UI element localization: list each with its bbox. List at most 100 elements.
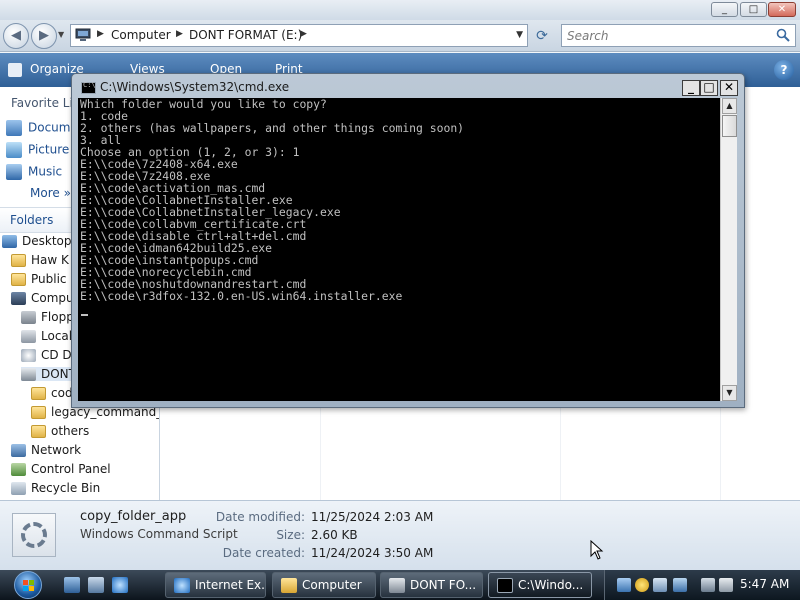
computer-icon <box>75 28 91 41</box>
console-output[interactable]: Which folder would you like to copy? 1. c… <box>78 98 720 401</box>
floppy-icon <box>21 311 36 324</box>
scroll-up-button[interactable]: ▲ <box>722 98 737 114</box>
documents-icon <box>6 120 22 136</box>
computer-icon <box>11 292 26 305</box>
mouse-pointer-icon <box>590 540 604 560</box>
desktop-icon <box>2 235 17 248</box>
search-input[interactable]: Search <box>561 24 796 47</box>
cmd-icon <box>497 578 513 593</box>
clock[interactable]: 5:47 AM <box>740 577 789 591</box>
script-file-icon <box>12 513 56 557</box>
console-line: Which folder would you like to copy? <box>80 98 327 111</box>
address-bar[interactable]: ▶ Computer ▶ DONT FORMAT (E:) ▶ ▼ <box>70 24 528 47</box>
network-status-icon[interactable] <box>617 578 631 592</box>
back-button[interactable]: ◀ <box>3 23 29 49</box>
hard-drive-icon <box>21 330 36 343</box>
cmd-title: C:\Windows\System32\cmd.exe <box>100 80 290 94</box>
date-created-label: Date created: <box>222 546 305 560</box>
close-button[interactable]: ✕ <box>768 2 796 17</box>
tree-item-others[interactable]: others <box>31 424 89 438</box>
task-cmd[interactable]: C:\Windo... <box>488 572 592 598</box>
organize-icon <box>8 63 22 77</box>
tree-item-user[interactable]: Haw K <box>11 253 69 267</box>
search-placeholder: Search <box>567 29 609 43</box>
show-desktop-icon[interactable] <box>64 577 80 593</box>
tree-item-network[interactable]: Network <box>11 443 81 457</box>
tree-item-cd-drive[interactable]: CD D <box>21 348 72 362</box>
size-label: Size: <box>276 528 305 542</box>
cmd-window: C:\ C:\Windows\System32\cmd.exe _ □ ✕ Wh… <box>71 73 745 408</box>
start-button[interactable] <box>8 571 50 599</box>
cmd-icon: C:\ <box>81 81 96 94</box>
forward-button[interactable]: ▶ <box>31 23 57 49</box>
minimize-button[interactable]: _ <box>711 2 738 17</box>
breadcrumb-computer[interactable]: Computer <box>111 28 171 42</box>
scroll-down-button[interactable]: ▼ <box>722 385 737 401</box>
gear-icon <box>21 522 47 548</box>
tree-item-floppy[interactable]: Flopp <box>21 310 74 324</box>
breadcrumb-drive[interactable]: DONT FORMAT (E:) <box>189 28 302 42</box>
favorite-more[interactable]: More » <box>30 186 71 200</box>
tree-item-recycle-bin[interactable]: Recycle Bin <box>11 481 100 495</box>
favorite-pictures[interactable]: Picture <box>6 142 69 158</box>
scroll-thumb[interactable] <box>722 115 737 137</box>
console-line: 2. others (has wallpapers, and other thi… <box>80 121 465 135</box>
console-scrollbar[interactable]: ▲ ▼ <box>720 98 737 401</box>
cmd-minimize-button[interactable]: _ <box>682 80 700 96</box>
tree-item-computer[interactable]: Compu <box>11 291 74 305</box>
cmd-maximize-button[interactable]: □ <box>700 80 718 96</box>
safely-remove-icon[interactable] <box>653 578 667 592</box>
folder-icon <box>11 254 26 267</box>
help-icon[interactable]: ? <box>774 60 794 80</box>
security-alert-icon[interactable] <box>635 578 649 592</box>
tray-app-icon[interactable] <box>673 578 687 592</box>
breadcrumb-separator[interactable]: ▶ <box>97 29 104 39</box>
folder-icon <box>11 273 26 286</box>
tree-item-desktop[interactable]: Desktop <box>2 234 72 248</box>
details-pane: copy_folder_app Windows Command Script D… <box>0 500 800 570</box>
internet-explorer-icon <box>174 578 190 593</box>
tree-item-code[interactable]: cod <box>31 386 73 400</box>
pictures-icon <box>6 142 22 158</box>
console-line: E:\\code\r3dfox-132.0.en-US.win64.instal… <box>80 289 403 303</box>
tree-item-local-disk[interactable]: Local <box>21 329 72 343</box>
folder-icon <box>31 406 46 419</box>
task-computer[interactable]: Computer <box>272 572 376 598</box>
task-internet-explorer[interactable]: Internet Ex... <box>165 572 266 598</box>
favorite-documents[interactable]: Docum <box>6 120 70 136</box>
cmd-titlebar[interactable]: C:\ C:\Windows\System32\cmd.exe _ □ ✕ <box>72 74 744 98</box>
address-dropdown[interactable]: ▼ <box>516 30 523 40</box>
favorite-links-header: Favorite Lin <box>11 96 81 110</box>
task-dont-format[interactable]: DONT FO... <box>380 572 483 598</box>
tree-item-public[interactable]: Public <box>11 272 67 286</box>
explorer-titlebar[interactable]: _ □ ✕ <box>0 0 800 20</box>
console-lines: Which folder would you like to copy? 1. c… <box>80 98 464 302</box>
details-file-name: copy_folder_app <box>80 509 187 524</box>
breadcrumb-separator[interactable]: ▶ <box>176 29 183 39</box>
refresh-icon[interactable]: ⟳ <box>532 26 552 46</box>
search-icon[interactable] <box>776 28 790 42</box>
breadcrumb-separator[interactable]: ▶ <box>300 29 307 39</box>
recycle-bin-icon <box>11 482 26 495</box>
usb-drive-icon <box>21 368 36 381</box>
maximize-button[interactable]: □ <box>740 2 767 17</box>
switch-windows-icon[interactable] <box>88 577 104 593</box>
cmd-close-button[interactable]: ✕ <box>720 80 738 96</box>
folder-icon <box>281 578 297 593</box>
recent-pages-dropdown[interactable]: ▼ <box>58 30 64 39</box>
tree-item-control-panel[interactable]: Control Panel <box>11 462 111 476</box>
network-icon <box>11 444 26 457</box>
chevron-right-icon: » <box>63 186 71 200</box>
control-panel-icon <box>11 463 26 476</box>
network-disconnected-icon[interactable] <box>701 578 715 592</box>
cd-drive-icon <box>21 349 36 362</box>
console-cursor <box>81 314 88 316</box>
favorite-music[interactable]: Music <box>6 164 62 180</box>
navigation-bar: ◀ ▶ ▼ ▶ Computer ▶ DONT FORMAT (E:) ▶ ▼ … <box>0 20 800 52</box>
volume-muted-icon[interactable] <box>719 578 733 592</box>
taskbar: Internet Ex... Computer DONT FO... C:\Wi… <box>0 570 800 600</box>
internet-explorer-icon[interactable] <box>112 577 128 593</box>
date-modified-label: Date modified: <box>215 510 305 524</box>
size-value: 2.60 KB <box>311 528 358 542</box>
windows-logo-icon <box>14 571 42 599</box>
